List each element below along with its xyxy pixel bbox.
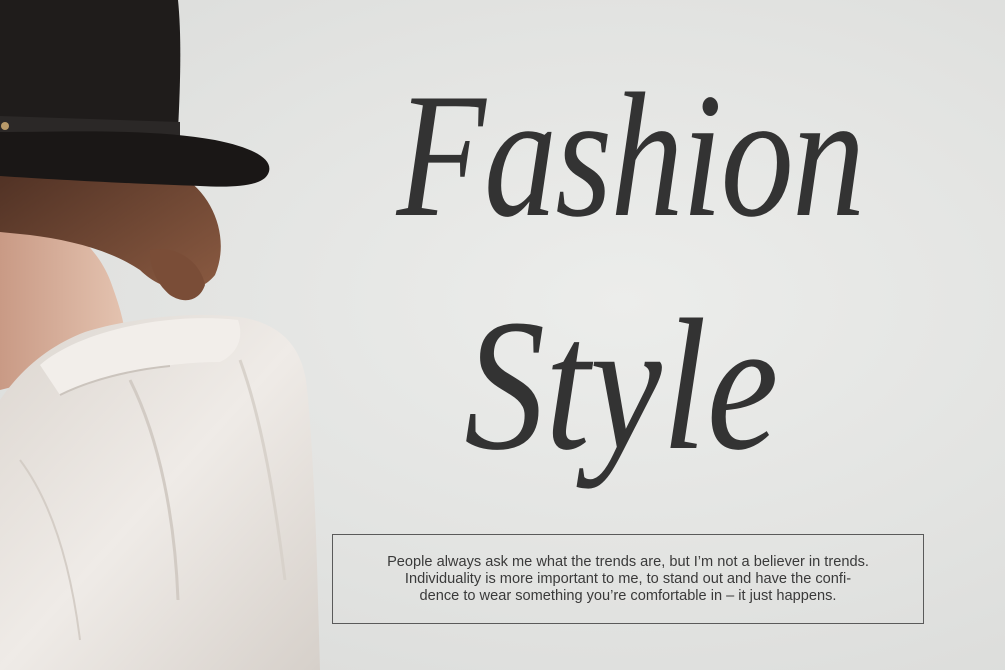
quote-line: dence to wear something you’re comfortab… <box>419 587 837 604</box>
quote-box: People always ask me what the trends are… <box>332 534 924 624</box>
quote-line: Individuality is more important to me, t… <box>404 570 852 587</box>
poster: Fashion Style People always ask me what … <box>0 0 1005 670</box>
headline-style: Style <box>464 280 779 489</box>
headline-fashion: Fashion <box>396 56 866 254</box>
headline: Fashion Style <box>300 40 960 500</box>
quote-line: People always ask me what the trends are… <box>387 553 869 570</box>
woman-in-hat-photo <box>0 0 320 670</box>
woman-in-hat-illustration <box>0 0 320 670</box>
quote-text: People always ask me what the trends are… <box>348 554 908 605</box>
